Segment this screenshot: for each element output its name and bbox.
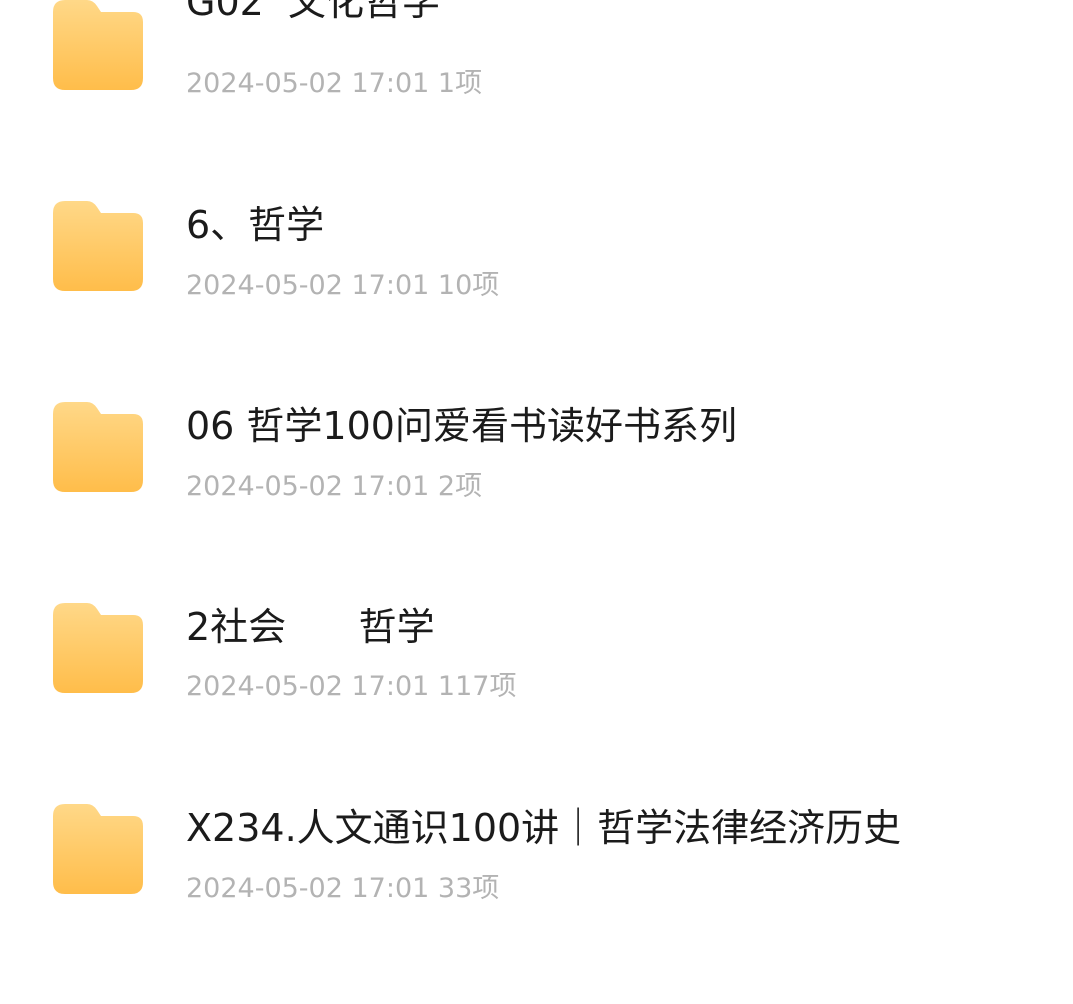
folder-icon [53,804,143,894]
folder-name: X234.人文通识100讲｜哲学法律经济历史 [186,806,902,850]
folder-item-count: 33项 [437,873,500,904]
folder-item-count: 10项 [437,270,500,301]
folder-item-count: 2项 [437,471,483,502]
folder-meta: 2024-05-02 17:01 10项 [186,269,499,303]
folder-row[interactable]: G02 文化哲学 2024-05-02 17:01 1项 [0,0,1073,200]
folder-date: 2024-05-02 17:01 [186,873,430,904]
folder-name: 06 哲学100问爱看书读好书系列 [186,404,737,448]
folder-date: 2024-05-02 17:01 [186,671,430,702]
folder-name: 6、哲学 [186,203,325,247]
folder-meta: 2024-05-02 17:01 1项 [186,67,482,101]
folder-meta: 2024-05-02 17:01 33项 [186,872,499,906]
folder-row[interactable]: 6、哲学 2024-05-02 17:01 10项 [0,201,1073,401]
folder-row[interactable]: 06 哲学100问爱看书读好书系列 2024-05-02 17:01 2项 [0,402,1073,602]
folder-item-count: 117项 [437,671,517,702]
folder-name: G02 文化哲学 [186,0,440,24]
folder-row[interactable]: X234.人文通识100讲｜哲学法律经济历史 2024-05-02 17:01 … [0,804,1073,1004]
folder-icon [53,201,143,291]
folder-icon [53,402,143,492]
folder-icon [53,603,143,693]
folder-meta: 2024-05-02 17:01 2项 [186,470,482,504]
folder-item-count: 1项 [437,68,483,99]
folder-meta: 2024-05-02 17:01 117项 [186,670,516,704]
folder-date: 2024-05-02 17:01 [186,270,430,301]
folder-row[interactable]: 2社会 哲学 2024-05-02 17:01 117项 [0,603,1073,803]
folder-date: 2024-05-02 17:01 [186,471,430,502]
folder-name: 2社会 哲学 [186,605,435,649]
folder-date: 2024-05-02 17:01 [186,68,430,99]
folder-list: G02 文化哲学 2024-05-02 17:01 1项 6、哲学 2024-0… [0,0,1073,963]
folder-icon [53,0,143,90]
